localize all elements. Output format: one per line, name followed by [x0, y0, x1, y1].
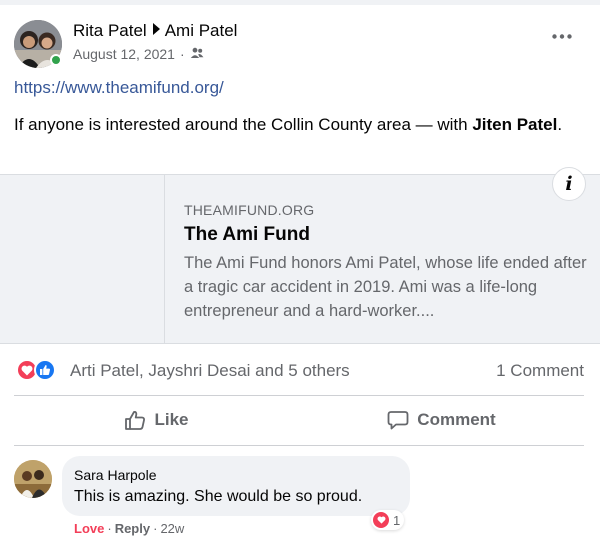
- like-reaction-icon: [34, 359, 56, 381]
- shared-to-arrow-icon: [152, 23, 160, 35]
- post-text: If anyone is interested around the Colli…: [14, 112, 574, 137]
- comment-bubble-icon: [387, 411, 409, 430]
- thumbs-up-icon: [125, 411, 146, 430]
- post-actions: Like Comment: [14, 396, 584, 444]
- post-text-end: .: [557, 115, 563, 134]
- comment-bubble: Sara Harpole This is amazing. She would …: [62, 456, 410, 516]
- online-status-indicator: [50, 54, 62, 66]
- post-author-line: Rita Patel Ami Patel: [73, 21, 237, 41]
- author-name[interactable]: Rita Patel: [73, 21, 147, 40]
- post-meta: August 12, 2021 ·: [73, 46, 204, 62]
- preview-title[interactable]: The Ami Fund: [184, 224, 310, 246]
- comment-count[interactable]: 1 Comment: [496, 361, 584, 381]
- post-date[interactable]: August 12, 2021: [73, 46, 175, 62]
- post-header: Rita Patel Ami Patel August 12, 2021 ·: [14, 18, 586, 70]
- comment-reply-button[interactable]: Reply: [115, 521, 150, 536]
- comment-button[interactable]: Comment: [299, 396, 584, 444]
- target-name[interactable]: Ami Patel: [165, 21, 238, 40]
- love-reaction-icon: [373, 512, 389, 528]
- comment-item: Sara Harpole This is amazing. She would …: [14, 456, 584, 542]
- comment-love-button[interactable]: Love: [74, 521, 104, 536]
- like-button[interactable]: Like: [14, 396, 299, 444]
- comment-label: Comment: [417, 410, 496, 429]
- comment-time[interactable]: 22w: [160, 521, 184, 536]
- comment-reaction-badge[interactable]: 1: [371, 510, 405, 530]
- preview-description: The Ami Fund honors Ami Patel, whose lif…: [184, 254, 587, 320]
- comment-author[interactable]: Sara Harpole: [74, 466, 398, 484]
- commenter-avatar[interactable]: [14, 460, 52, 498]
- link-preview-card[interactable]: i THEAMIFUND.ORG The Ami Fund The Ami Fu…: [0, 167, 600, 344]
- comment-reaction-count: 1: [393, 512, 401, 528]
- friends-icon[interactable]: [190, 46, 204, 62]
- comment-text: This is amazing. She would be so proud.: [74, 488, 363, 505]
- reactions-bar: Arti Patel, Jayshri Desai and 5 others 1…: [16, 357, 584, 385]
- link-preview-image[interactable]: [0, 175, 165, 343]
- post-text-body: If anyone is interested around the Colli…: [14, 115, 473, 134]
- info-icon[interactable]: i: [552, 167, 586, 201]
- preview-domain: THEAMIFUND.ORG: [184, 202, 315, 218]
- more-dots-icon: [552, 33, 572, 39]
- author-avatar[interactable]: [14, 20, 62, 68]
- tagged-user[interactable]: Jiten Patel: [472, 115, 557, 134]
- divider-bottom: [14, 445, 584, 446]
- like-label: Like: [154, 410, 189, 429]
- feed-background-strip: [0, 0, 600, 5]
- reactor-names[interactable]: Arti Patel, Jayshri Desai and 5 others: [70, 361, 350, 381]
- meta-separator: ·: [179, 46, 185, 62]
- post-link[interactable]: https://www.theamifund.org/: [14, 78, 224, 98]
- reaction-icons[interactable]: [16, 359, 64, 383]
- more-options-button[interactable]: [548, 26, 576, 46]
- comment-actions: Love · Reply · 22w: [74, 521, 185, 536]
